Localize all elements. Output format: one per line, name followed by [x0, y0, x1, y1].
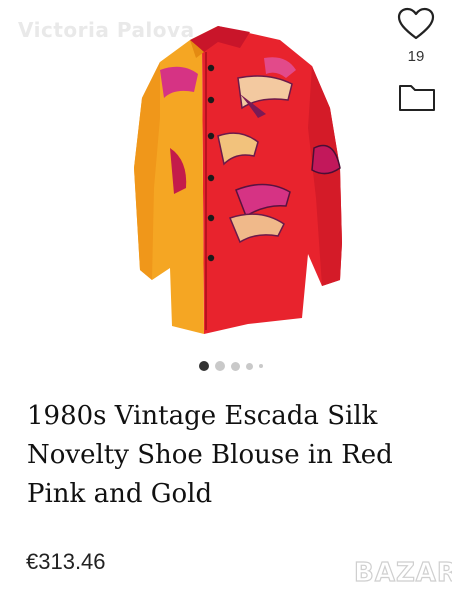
carousel-dot[interactable] — [214, 361, 225, 371]
product-title: 1980s Vintage Escada Silk Novelty Shoe B… — [27, 401, 393, 509]
product-image[interactable] — [90, 18, 360, 348]
carousel-indicator — [0, 361, 461, 371]
carousel-dot[interactable] — [230, 361, 240, 371]
product-price: €313.46 — [26, 549, 106, 574]
favorite-count: 19 — [407, 48, 425, 65]
favorite-button[interactable] — [394, 4, 438, 44]
carousel-dot[interactable] — [245, 362, 253, 370]
carousel-dot[interactable] — [258, 364, 263, 368]
folder-icon — [399, 85, 435, 111]
add-to-collection-button[interactable] — [396, 80, 438, 114]
svg-text:BAZAR: BAZAR — [354, 558, 452, 588]
carousel-dot[interactable] — [198, 361, 209, 371]
heart-icon — [397, 7, 435, 40]
bazar-logo: BAZAR — [353, 557, 452, 588]
